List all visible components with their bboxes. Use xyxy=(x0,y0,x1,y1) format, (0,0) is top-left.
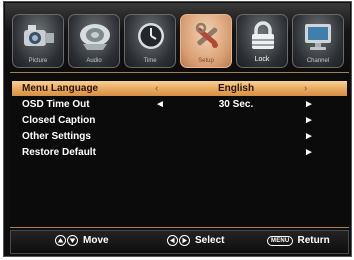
hint-select-label: Select xyxy=(195,235,225,246)
tab-picture[interactable]: Picture xyxy=(12,14,64,68)
menu-item-label: OSD Time Out xyxy=(22,99,90,110)
menu-item-closed-caption[interactable]: Closed Caption ► xyxy=(12,113,347,128)
monitor-icon xyxy=(305,24,331,50)
camera-icon xyxy=(24,25,54,46)
tab-label: Audio xyxy=(86,58,102,64)
menu-item-label: Closed Caption xyxy=(22,115,96,126)
menu-item-label: Other Settings xyxy=(22,131,91,142)
left-button-icon xyxy=(167,235,178,246)
menu-panel: Menu Language ‹ English › OSD Time Out ◄… xyxy=(10,72,349,228)
hint-move-label: Move xyxy=(83,235,109,246)
tab-label: Setup xyxy=(198,58,214,64)
right-arrow-icon[interactable]: › xyxy=(304,81,307,96)
hint-select: Select xyxy=(167,235,224,246)
left-arrow-icon[interactable]: ◄ xyxy=(155,97,165,112)
tab-audio[interactable]: Audio xyxy=(68,14,120,68)
tab-lock[interactable]: Lock xyxy=(236,14,288,68)
osd-menu: Picture Audio Time Setup Lock Channel Me… xyxy=(3,1,352,257)
right-arrow-icon[interactable]: ► xyxy=(304,145,314,160)
right-arrow-icon[interactable]: ► xyxy=(304,129,314,144)
menu-item-value: English xyxy=(217,83,255,94)
menu-item-restore-default[interactable]: Restore Default ► xyxy=(12,145,347,160)
hint-move: Move xyxy=(55,235,109,246)
speaker-icon xyxy=(80,24,110,50)
tab-label: Time xyxy=(143,58,157,64)
tab-label: Picture xyxy=(28,58,48,64)
menu-item-label: Menu Language xyxy=(22,83,99,94)
menu-key-icon: MENU xyxy=(267,235,294,246)
clock-icon xyxy=(138,23,164,49)
padlock-icon xyxy=(252,21,274,49)
hint-return-label: Return xyxy=(297,235,330,246)
tab-time[interactable]: Time xyxy=(124,14,176,68)
hint-bar: Move Select MENU Return xyxy=(10,230,349,254)
tab-label: Lock xyxy=(254,56,270,63)
tools-icon xyxy=(195,22,218,48)
tab-channel[interactable]: Channel xyxy=(292,14,344,68)
right-button-icon xyxy=(179,235,190,246)
right-arrow-icon[interactable]: ► xyxy=(304,97,314,112)
menu-item-osd-time-out[interactable]: OSD Time Out ◄ 30 Sec. ► xyxy=(12,97,347,112)
tab-bar: Picture Audio Time Setup Lock Channel xyxy=(5,3,350,72)
left-arrow-icon[interactable]: ‹ xyxy=(155,81,158,96)
menu-item-other-settings[interactable]: Other Settings ► xyxy=(12,129,347,144)
down-button-icon xyxy=(67,235,78,246)
menu-item-value: 30 Sec. xyxy=(218,99,254,110)
tab-label: Channel xyxy=(306,58,330,64)
hint-return: MENU Return xyxy=(267,235,330,246)
up-button-icon xyxy=(55,235,66,246)
right-arrow-icon[interactable]: ► xyxy=(304,113,314,128)
menu-item-menu-language[interactable]: Menu Language ‹ English › xyxy=(12,81,347,96)
menu-item-label: Restore Default xyxy=(22,147,96,158)
tab-setup[interactable]: Setup xyxy=(180,14,232,68)
